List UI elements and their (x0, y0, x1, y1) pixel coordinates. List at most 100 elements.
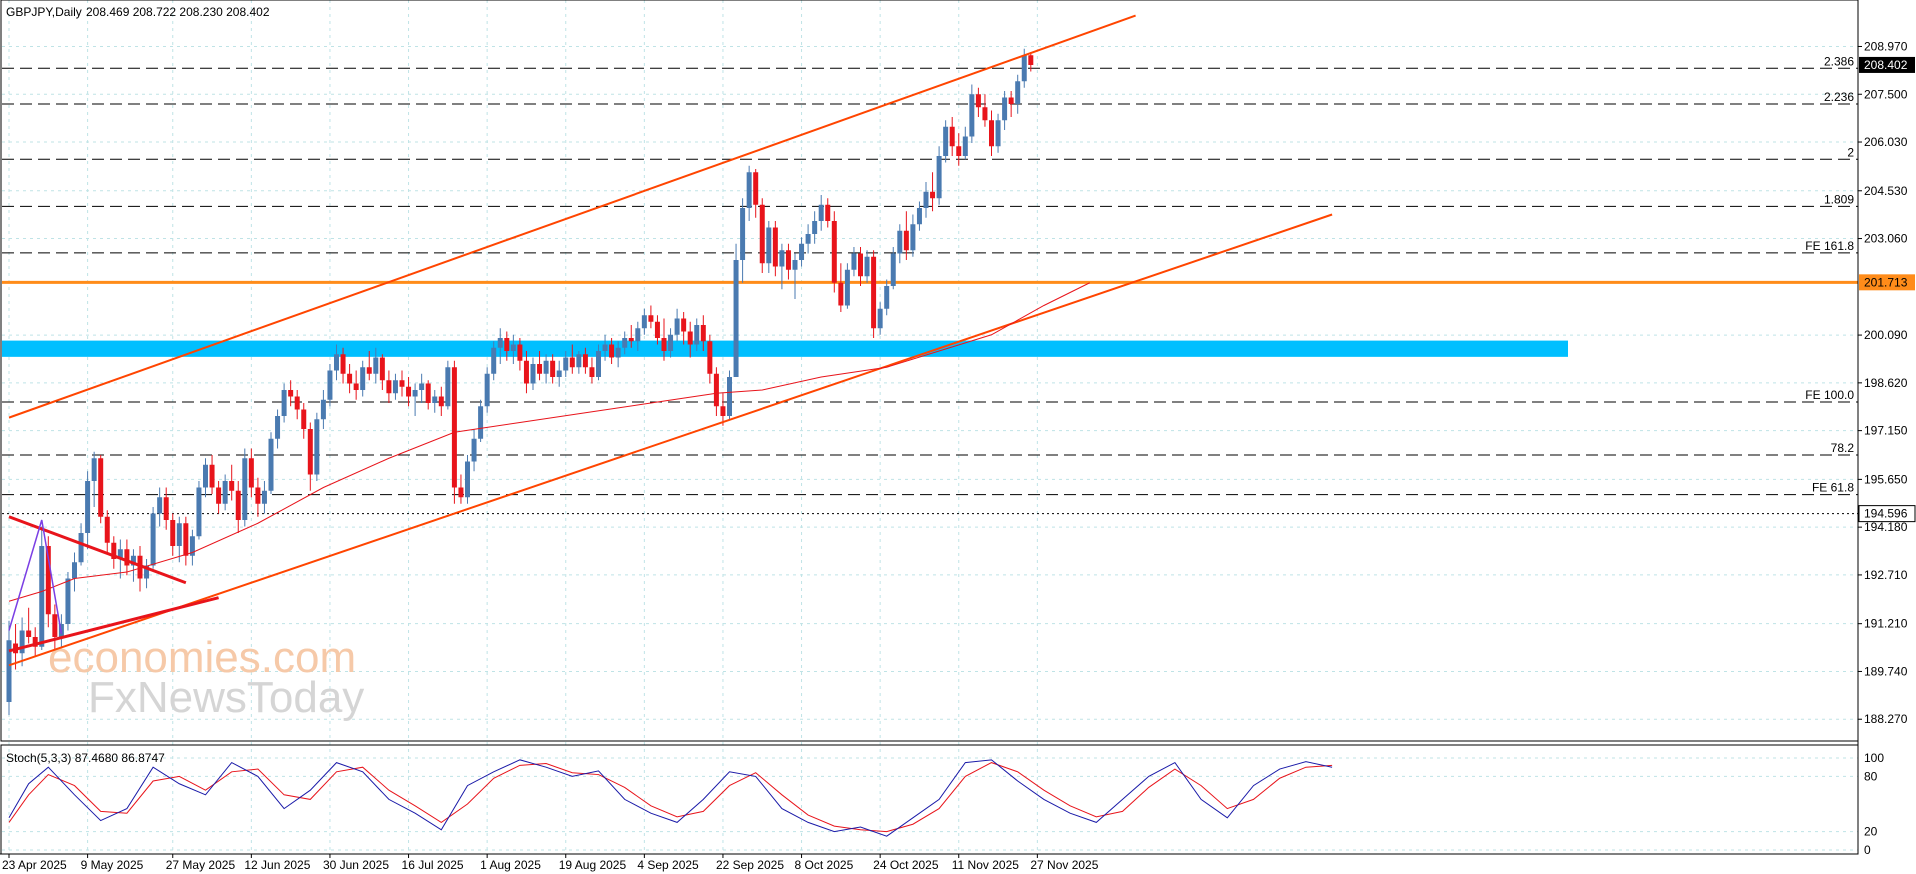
x-tick-label: 27 Nov 2025 (1030, 858, 1098, 872)
candle-body (550, 360, 556, 377)
candle-body (510, 344, 516, 351)
candle-body (700, 325, 706, 342)
candle-body (491, 347, 497, 374)
fib-level-label: 2.386 (1824, 54, 1854, 68)
price-labels: 208.402 201.713 194.596 (1858, 56, 1916, 523)
candle-body (379, 357, 385, 381)
candle-body (1028, 55, 1034, 65)
candle-body (517, 344, 523, 361)
candle-body (91, 458, 97, 481)
x-tick-label: 24 Oct 2025 (873, 858, 939, 872)
fib-level-labels: 261.82.3862.23621.809FE 161.8FE 100.078.… (1805, 54, 1854, 494)
candle-body (307, 429, 313, 475)
stoch-signal-line (8, 762, 1333, 833)
candle-body (242, 458, 248, 520)
level-lines (2, 67, 1858, 515)
candle-body (478, 406, 484, 439)
price-tag-label: 194.596 (1864, 507, 1908, 521)
x-tick-label: 30 Jun 2025 (323, 858, 389, 872)
y-tick-label: 197.150 (1864, 424, 1908, 438)
candle-body (543, 360, 549, 374)
candle-body (989, 120, 994, 147)
candle-body (936, 156, 942, 199)
candle-body (157, 497, 163, 514)
candle-body (419, 383, 425, 390)
candle-body (530, 364, 536, 384)
candle-body (425, 383, 431, 403)
candle-body (484, 373, 490, 407)
x-tick-label: 12 Jun 2025 (244, 858, 310, 872)
stoch-scale-label: 80 (1864, 769, 1878, 783)
candle-body (248, 458, 254, 488)
candle-body (406, 386, 412, 397)
candle-body (602, 344, 608, 351)
candle-body (838, 282, 844, 306)
y-tick-label: 203.060 (1864, 232, 1908, 246)
candle-body (641, 315, 647, 329)
y-tick-label: 188.270 (1864, 712, 1908, 726)
candle-body (556, 370, 562, 377)
candle-body (707, 341, 713, 374)
y-tick-label: 207.500 (1864, 87, 1908, 101)
candle-body (582, 354, 588, 368)
candle-body (261, 490, 267, 504)
candle-body (432, 396, 438, 403)
candle-body (183, 523, 189, 556)
main-pane-border (0, 0, 1859, 742)
candle-body (799, 243, 805, 260)
stoch-main-line (8, 759, 1333, 837)
watermark-line2: FxNewsToday (88, 673, 364, 722)
candle-body (615, 347, 621, 358)
candle-body (1015, 81, 1021, 104)
candle-body (320, 399, 326, 420)
price-tag-label: 201.713 (1864, 275, 1908, 289)
candle-body (596, 351, 601, 377)
candle-body (995, 120, 1001, 147)
candle-body (392, 380, 398, 394)
candle-body (170, 520, 176, 546)
candle-body (668, 334, 674, 351)
moving-average-line (8, 282, 1090, 602)
stoch-scale-label: 20 (1864, 825, 1878, 839)
candle-body (890, 253, 896, 286)
watermark: economies.com FxNewsToday (48, 633, 364, 722)
fib-level-label: FE 100.0 (1805, 388, 1854, 402)
fib-level-label: 2 (1847, 145, 1854, 159)
candle-body (353, 383, 359, 390)
candle-body (949, 126, 955, 147)
candle-body (772, 227, 778, 267)
candle-body (969, 94, 975, 137)
candle-body (589, 367, 595, 377)
y-tick-label: 189.740 (1864, 664, 1908, 678)
y-tick-label: 195.650 (1864, 472, 1908, 486)
candle-body (864, 256, 870, 277)
chart-header-ohlc: 208.469 208.722 208.230 208.402 (86, 5, 270, 19)
candle-body (412, 390, 418, 397)
candle-body (150, 513, 156, 566)
x-tick-label: 1 Aug 2025 (480, 858, 541, 872)
candle-body (366, 367, 372, 374)
candle-body (792, 260, 798, 270)
candle-body (1008, 97, 1014, 104)
candle-body (923, 191, 929, 208)
x-tick-label: 27 May 2025 (166, 858, 236, 872)
x-tick-label: 23 Apr 2025 (2, 858, 67, 872)
candle-body (884, 286, 890, 309)
candle-body (648, 315, 654, 322)
candle-body (825, 204, 831, 221)
candle-body (445, 367, 451, 407)
candle-body (340, 354, 346, 374)
candle-body (851, 253, 857, 270)
candle-body (65, 578, 71, 624)
candle-body (1021, 55, 1027, 82)
candle-body (785, 250, 791, 270)
candle-body (98, 458, 104, 517)
x-tick-label: 16 Jul 2025 (402, 858, 464, 872)
candle-body (386, 380, 392, 394)
candle-body (281, 390, 287, 416)
support-zone (2, 340, 1568, 357)
y-tick-label: 204.530 (1864, 184, 1908, 198)
candle-body (373, 357, 379, 374)
candle-body (576, 354, 582, 368)
candle-body (687, 331, 693, 345)
